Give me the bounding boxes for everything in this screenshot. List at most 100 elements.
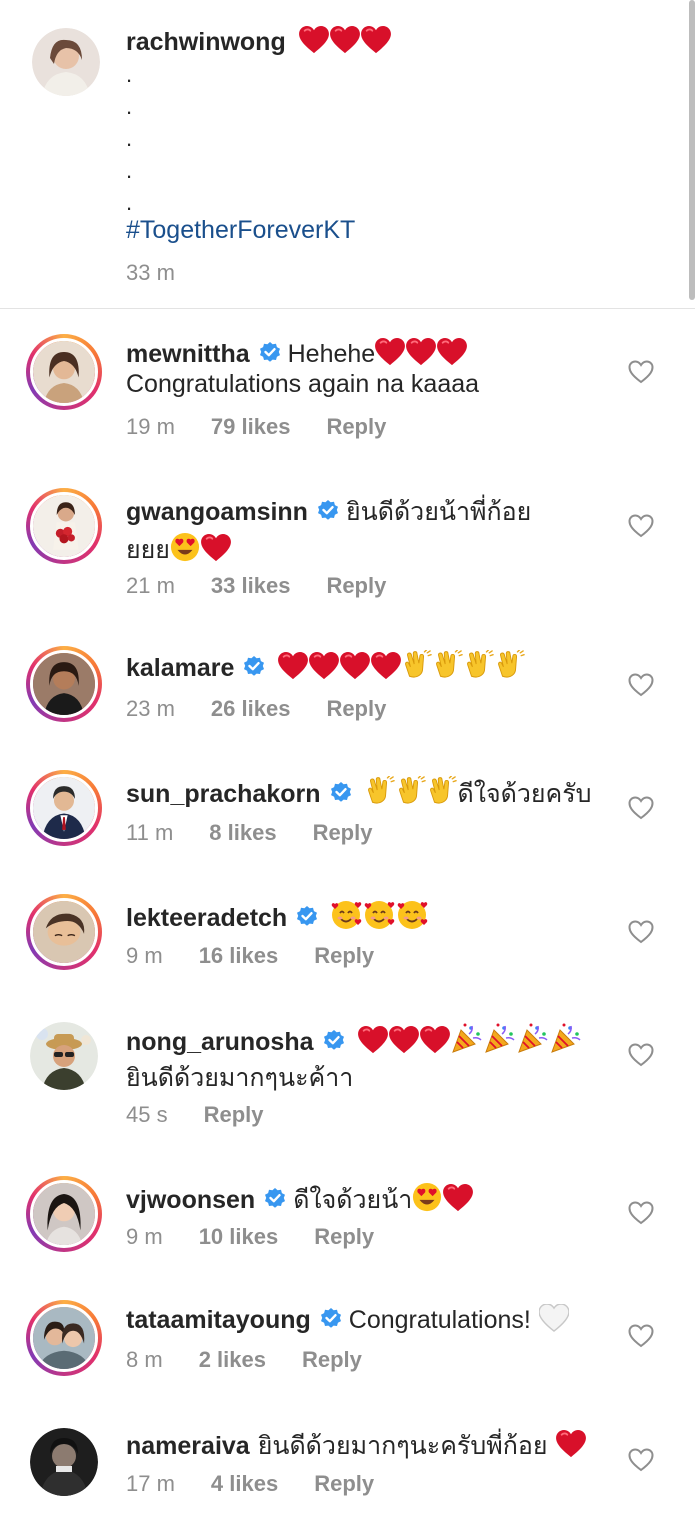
red-heart-icon [371,652,401,680]
likes-count[interactable]: 2 likes [199,1347,266,1372]
likes-count[interactable]: 8 likes [209,820,276,845]
avatar[interactable] [26,1176,102,1252]
timestamp: 21 m [126,573,175,598]
avatar[interactable] [30,1428,98,1496]
verified-badge-icon [322,1029,346,1053]
heart-outline-icon[interactable] [628,514,654,538]
smiling-hearts-icon [331,898,363,930]
comment-text: ดีใจด้วยครับ [457,780,592,808]
reaction-emojis [299,28,392,56]
caption-dot: . [126,126,133,151]
timestamp: 19 m [126,414,175,439]
red-heart-icon [201,534,231,562]
username[interactable]: nong_arunosha [126,1028,314,1056]
clap-icon [495,650,525,680]
likes-count[interactable]: 26 likes [211,696,291,721]
username[interactable]: vjwoonsen [126,1186,255,1214]
post-caption: rachwinwong . . . . . #TogetherForeverKT… [0,0,695,308]
red-heart-icon [556,1430,586,1458]
smiling-hearts-icon [397,898,429,930]
likes-count[interactable]: 16 likes [199,943,279,968]
avatar[interactable] [32,28,100,96]
red-heart-icon [340,652,370,680]
caption-dot: . [126,94,133,119]
username[interactable]: kalamare [126,654,234,682]
avatar[interactable] [26,488,102,564]
username[interactable]: gwangoamsinn [126,498,308,526]
comment-text: ยินดีด้วยมากๆนะค้าา [126,1064,354,1092]
username[interactable]: tataamitayoung [126,1306,311,1334]
timestamp: 33 m [126,260,175,285]
timestamp: 23 m [126,696,175,721]
verified-badge-icon [242,655,266,679]
clap-icon [427,776,457,806]
comment-text: ยินดีด้วยมากๆนะครับพี่ก้อย [257,1432,548,1460]
username[interactable]: lekteeradetch [126,904,287,932]
smiling-hearts-icon [364,898,396,930]
timestamp: 45 s [126,1102,168,1127]
reply-button[interactable]: Reply [204,1102,264,1127]
verified-badge-icon [329,781,353,805]
verified-badge-icon [319,1307,343,1331]
red-heart-icon [437,338,467,366]
reply-button[interactable]: Reply [302,1347,362,1372]
reply-button[interactable]: Reply [313,820,373,845]
avatar[interactable] [26,1300,102,1376]
red-heart-icon [443,1184,473,1212]
reply-button[interactable]: Reply [314,1224,374,1249]
red-heart-icon [389,1026,419,1054]
timestamp: 9 m [126,943,163,968]
verified-badge-icon [263,1187,287,1211]
red-heart-icon [278,652,308,680]
avatar[interactable] [26,334,102,410]
red-heart-icon [299,26,329,54]
timestamp: 9 m [126,1224,163,1249]
clap-icon [464,650,494,680]
clap-icon [433,650,463,680]
likes-count[interactable]: 10 likes [199,1224,279,1249]
heart-outline-icon[interactable] [628,1201,654,1225]
caption-dot: . [126,62,133,87]
party-popper-icon [484,1022,516,1054]
username[interactable]: rachwinwong [126,28,286,56]
heart-outline-icon[interactable] [628,920,654,944]
heart-outline-icon[interactable] [628,1324,654,1348]
red-heart-icon [375,338,405,366]
timestamp: 11 m [126,820,174,845]
hashtag-link[interactable]: #TogetherForeverKT [126,216,355,245]
username[interactable]: sun_prachakorn [126,780,321,808]
caption-dot: . [126,158,133,183]
avatar[interactable] [26,646,102,722]
reply-button[interactable]: Reply [314,943,374,968]
avatar[interactable] [30,1022,98,1090]
red-heart-icon [420,1026,450,1054]
heart-eyes-icon [412,1182,442,1212]
avatar[interactable] [26,894,102,970]
heart-eyes-icon [170,532,200,562]
likes-count[interactable]: 79 likes [211,414,291,439]
heart-outline-icon[interactable] [628,360,654,384]
verified-badge-icon [295,905,319,929]
reply-button[interactable]: Reply [314,1471,374,1496]
comment-text: ยยย [126,536,170,564]
username[interactable]: mewnittha [126,340,250,368]
clap-icon [365,776,395,806]
scrollbar[interactable] [689,0,695,300]
avatar[interactable] [26,770,102,846]
heart-outline-icon[interactable] [628,673,654,697]
reply-button[interactable]: Reply [326,573,386,598]
comment-text: Congratulations again na kaaaa [126,370,480,398]
likes-count[interactable]: 4 likes [211,1471,278,1496]
party-popper-icon [517,1022,549,1054]
likes-count[interactable]: 33 likes [211,573,291,598]
party-popper-icon [451,1022,483,1054]
divider [0,308,695,309]
comment-text: Congratulations! [348,1306,531,1334]
heart-outline-icon[interactable] [628,1448,654,1472]
heart-outline-icon[interactable] [628,1043,654,1067]
comment-text: ดีใจด้วยน้า [293,1186,413,1214]
heart-outline-icon[interactable] [628,796,654,820]
username[interactable]: nameraiva [126,1432,250,1460]
reply-button[interactable]: Reply [326,414,386,439]
reply-button[interactable]: Reply [326,696,386,721]
